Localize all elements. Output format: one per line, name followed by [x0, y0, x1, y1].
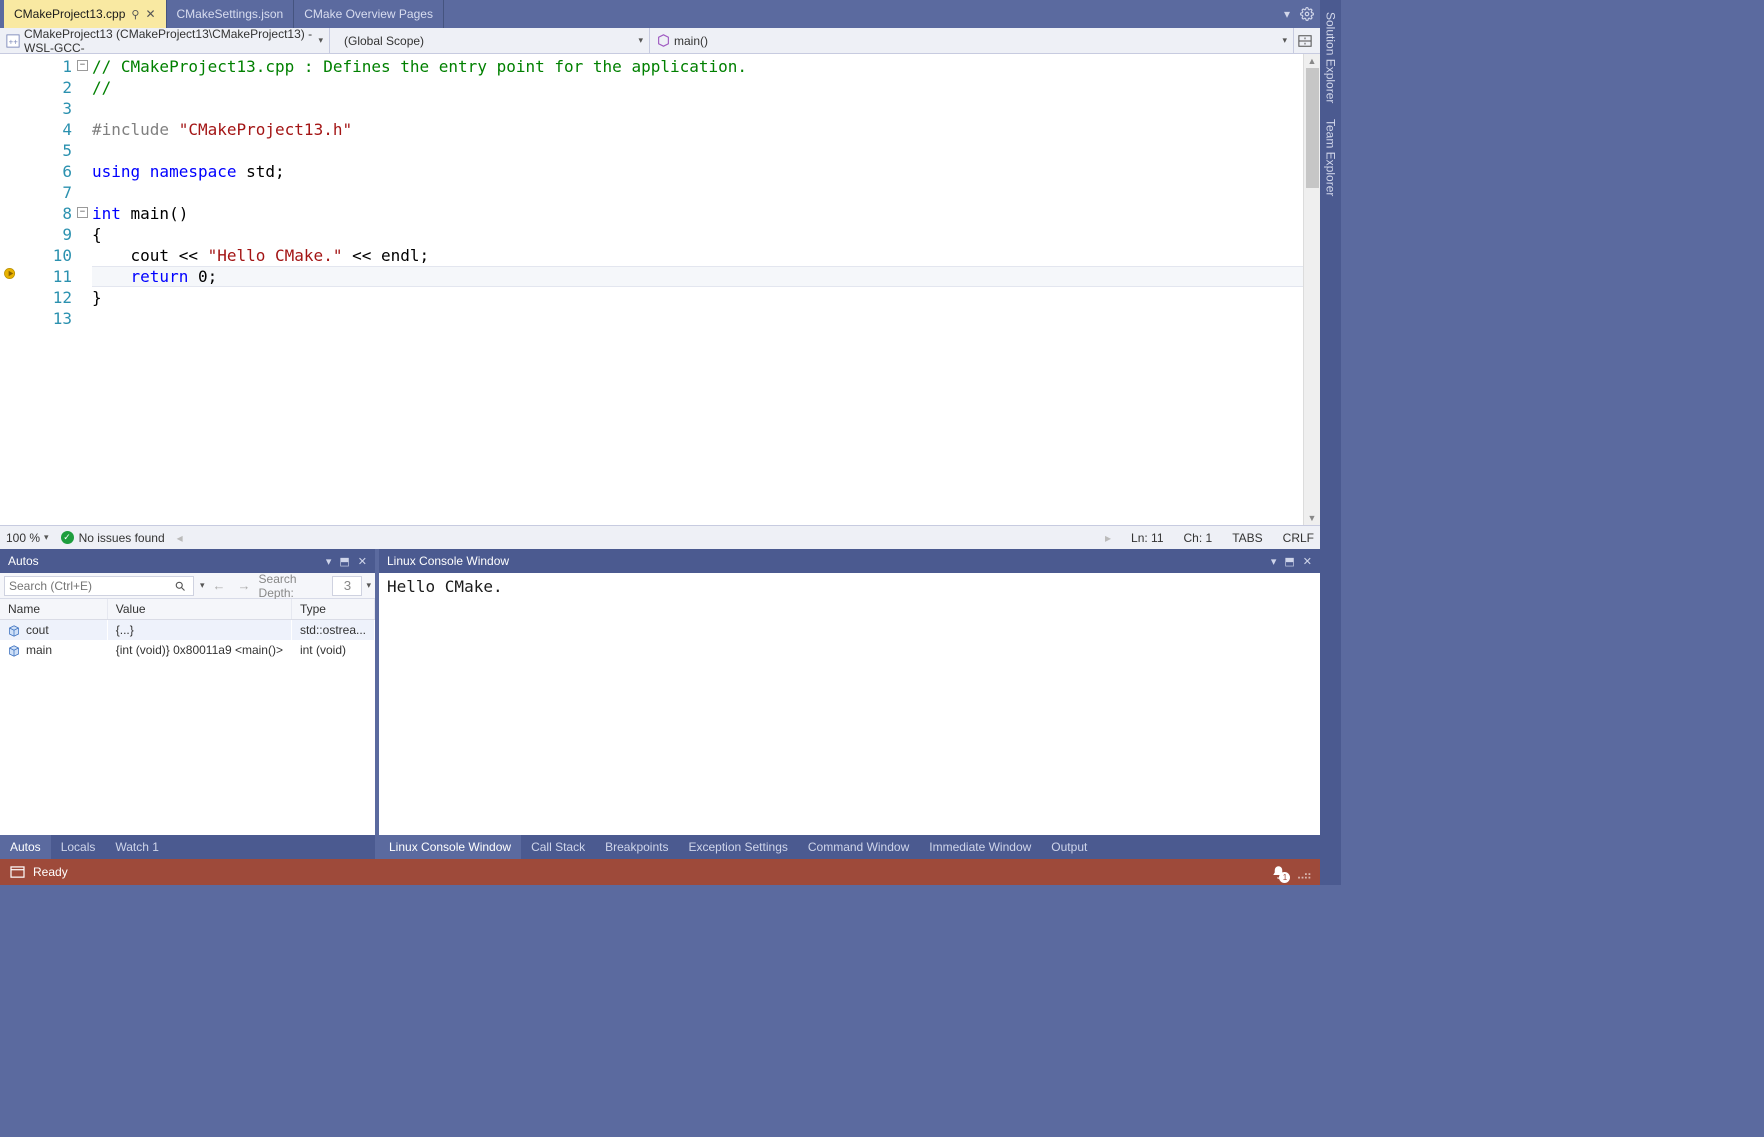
member-label: main() [674, 34, 708, 48]
autos-table[interactable]: Name Value Type cout{...}std::ostrea...m… [0, 599, 375, 835]
fold-toggle-icon[interactable]: − [77, 207, 88, 218]
autos-title: Autos [8, 554, 39, 568]
indent-mode: TABS [1232, 531, 1262, 545]
document-tab-active[interactable]: CMakeProject13.cpp ⚲ ✕ [4, 0, 167, 28]
pin-icon[interactable]: ⬒ [1284, 555, 1294, 568]
document-tab-label: CMake Overview Pages [304, 7, 433, 21]
code-area[interactable]: // CMakeProject13.cpp : Defines the entr… [92, 54, 1303, 525]
console-header[interactable]: Linux Console Window ▾ ⬒ ✕ [379, 549, 1320, 573]
console-line: Hello CMake. [387, 577, 503, 596]
split-window-icon[interactable] [1294, 34, 1316, 48]
autos-tab-strip: Autos Locals Watch 1 [0, 835, 375, 859]
autos-search-input[interactable] [4, 576, 194, 596]
navigation-bar: ++ CMakeProject13 (CMakeProject13\CMakeP… [0, 28, 1320, 54]
variable-icon [8, 645, 20, 657]
scroll-up-icon[interactable]: ▲ [1308, 56, 1317, 66]
column-header-type[interactable]: Type [291, 599, 374, 620]
window-options-icon[interactable]: ▾ [326, 555, 332, 568]
right-side-panel-strip: Solution Explorer Team Explorer [1320, 0, 1341, 885]
pin-icon[interactable]: ⚲ [131, 8, 139, 21]
exception-settings-tab[interactable]: Exception Settings [678, 835, 797, 859]
console-title: Linux Console Window [387, 554, 509, 568]
check-icon: ✓ [61, 531, 74, 544]
document-tab-label: CMakeProject13.cpp [14, 7, 125, 21]
command-window-tab[interactable]: Command Window [798, 835, 919, 859]
scroll-left-icon[interactable]: ◂ [177, 531, 183, 545]
autos-tab[interactable]: Autos [0, 835, 51, 859]
column-header-name[interactable]: Name [0, 599, 107, 620]
autos-row[interactable]: cout{...}std::ostrea... [0, 620, 375, 641]
autos-row[interactable]: main{int (void)} 0x80011a9 <main()>int (… [0, 640, 375, 660]
cursor-line: Ln: 11 [1131, 531, 1163, 545]
call-stack-tab[interactable]: Call Stack [521, 835, 595, 859]
search-depth-label: Search Depth: [259, 573, 329, 600]
search-icon[interactable] [174, 580, 186, 592]
document-tab-bar: CMakeProject13.cpp ⚲ ✕ CMakeSettings.jso… [0, 0, 1320, 28]
solution-explorer-tab[interactable]: Solution Explorer [1324, 12, 1338, 103]
close-icon[interactable]: ✕ [1303, 555, 1312, 568]
window-options-icon[interactable]: ▾ [1271, 555, 1277, 568]
zoom-value: 100 % [6, 531, 40, 545]
breakpoints-tab[interactable]: Breakpoints [595, 835, 678, 859]
pin-icon[interactable]: ⬒ [339, 555, 349, 568]
column-header-value[interactable]: Value [107, 599, 291, 620]
project-scope-dropdown[interactable]: ++ CMakeProject13 (CMakeProject13\CMakeP… [0, 28, 330, 53]
console-pane: Linux Console Window ▾ ⬒ ✕ Hello CMake. … [379, 549, 1320, 859]
chevron-down-icon[interactable]: ▾ [366, 580, 371, 591]
nav-back-icon[interactable]: ← [209, 578, 230, 593]
issues-label: No issues found [79, 531, 165, 545]
close-icon[interactable]: ✕ [145, 7, 155, 21]
chevron-down-icon: ▾ [638, 35, 643, 46]
output-pane-icon[interactable] [10, 866, 25, 879]
status-text: Ready [33, 865, 68, 879]
watch-tab[interactable]: Watch 1 [105, 835, 169, 859]
gear-icon[interactable] [1300, 7, 1314, 21]
issues-indicator[interactable]: ✓ No issues found [61, 531, 165, 545]
scroll-right-icon[interactable]: ▸ [1105, 531, 1111, 545]
console-tab-strip: Linux Console Window Call Stack Breakpoi… [379, 835, 1320, 859]
output-tab[interactable]: Output [1041, 835, 1097, 859]
tab-overflow-dropdown-icon[interactable]: ▾ [1284, 7, 1290, 21]
document-tab[interactable]: CMakeSettings.json [167, 0, 295, 28]
linux-console-tab[interactable]: Linux Console Window [379, 835, 521, 859]
team-explorer-tab[interactable]: Team Explorer [1324, 119, 1338, 196]
zoom-dropdown[interactable]: 100 % ▾ [6, 531, 49, 545]
cpp-file-icon: ++ [6, 34, 20, 48]
fold-toggle-icon[interactable]: − [77, 60, 88, 71]
member-dropdown[interactable]: main() ▾ [650, 28, 1294, 53]
immediate-window-tab[interactable]: Immediate Window [919, 835, 1041, 859]
document-tab-label: CMakeSettings.json [177, 7, 284, 21]
notification-badge: 1 [1279, 872, 1290, 883]
search-depth-input[interactable] [332, 576, 362, 596]
bottom-tool-windows: Autos ▾ ⬒ ✕ ▾ ← → [0, 549, 1320, 859]
locals-tab[interactable]: Locals [51, 835, 106, 859]
project-scope-label: CMakeProject13 (CMakeProject13\CMakeProj… [24, 27, 314, 55]
code-editor[interactable]: 1−2345678−910111213 // CMakeProject13.cp… [0, 54, 1320, 525]
scroll-down-icon[interactable]: ▼ [1308, 513, 1317, 523]
chevron-down-icon: ▾ [318, 35, 323, 46]
svg-text:++: ++ [9, 37, 19, 46]
vertical-scrollbar[interactable]: ▲ ▼ [1303, 54, 1320, 525]
scope-dropdown[interactable]: (Global Scope) ▾ [330, 28, 650, 53]
chevron-down-icon: ▾ [1282, 35, 1287, 46]
document-tab[interactable]: CMake Overview Pages [294, 0, 444, 28]
variable-icon [8, 625, 20, 637]
scope-label: (Global Scope) [336, 34, 424, 48]
search-options-dropdown-icon[interactable]: ▾ [200, 580, 205, 591]
console-output[interactable]: Hello CMake. [379, 573, 1320, 600]
status-bar: Ready 1 ⣀⣤ [0, 859, 1320, 885]
scrollbar-thumb[interactable] [1306, 68, 1319, 188]
autos-pane: Autos ▾ ⬒ ✕ ▾ ← → [0, 549, 375, 859]
autos-header[interactable]: Autos ▾ ⬒ ✕ [0, 549, 375, 573]
editor-status-bar: 100 % ▾ ✓ No issues found ◂ ▸ Ln: 11 Ch:… [0, 525, 1320, 549]
notifications-icon[interactable]: 1 [1271, 865, 1286, 880]
resize-grip-icon[interactable]: ⣀⣤ [1296, 865, 1310, 879]
nav-forward-icon[interactable]: → [234, 578, 255, 593]
autos-toolbar: ▾ ← → Search Depth: ▾ [0, 573, 375, 599]
chevron-down-icon: ▾ [44, 532, 49, 543]
cursor-col: Ch: 1 [1184, 531, 1213, 545]
close-icon[interactable]: ✕ [358, 555, 367, 568]
method-icon [656, 34, 670, 48]
line-ending: CRLF [1283, 531, 1314, 545]
